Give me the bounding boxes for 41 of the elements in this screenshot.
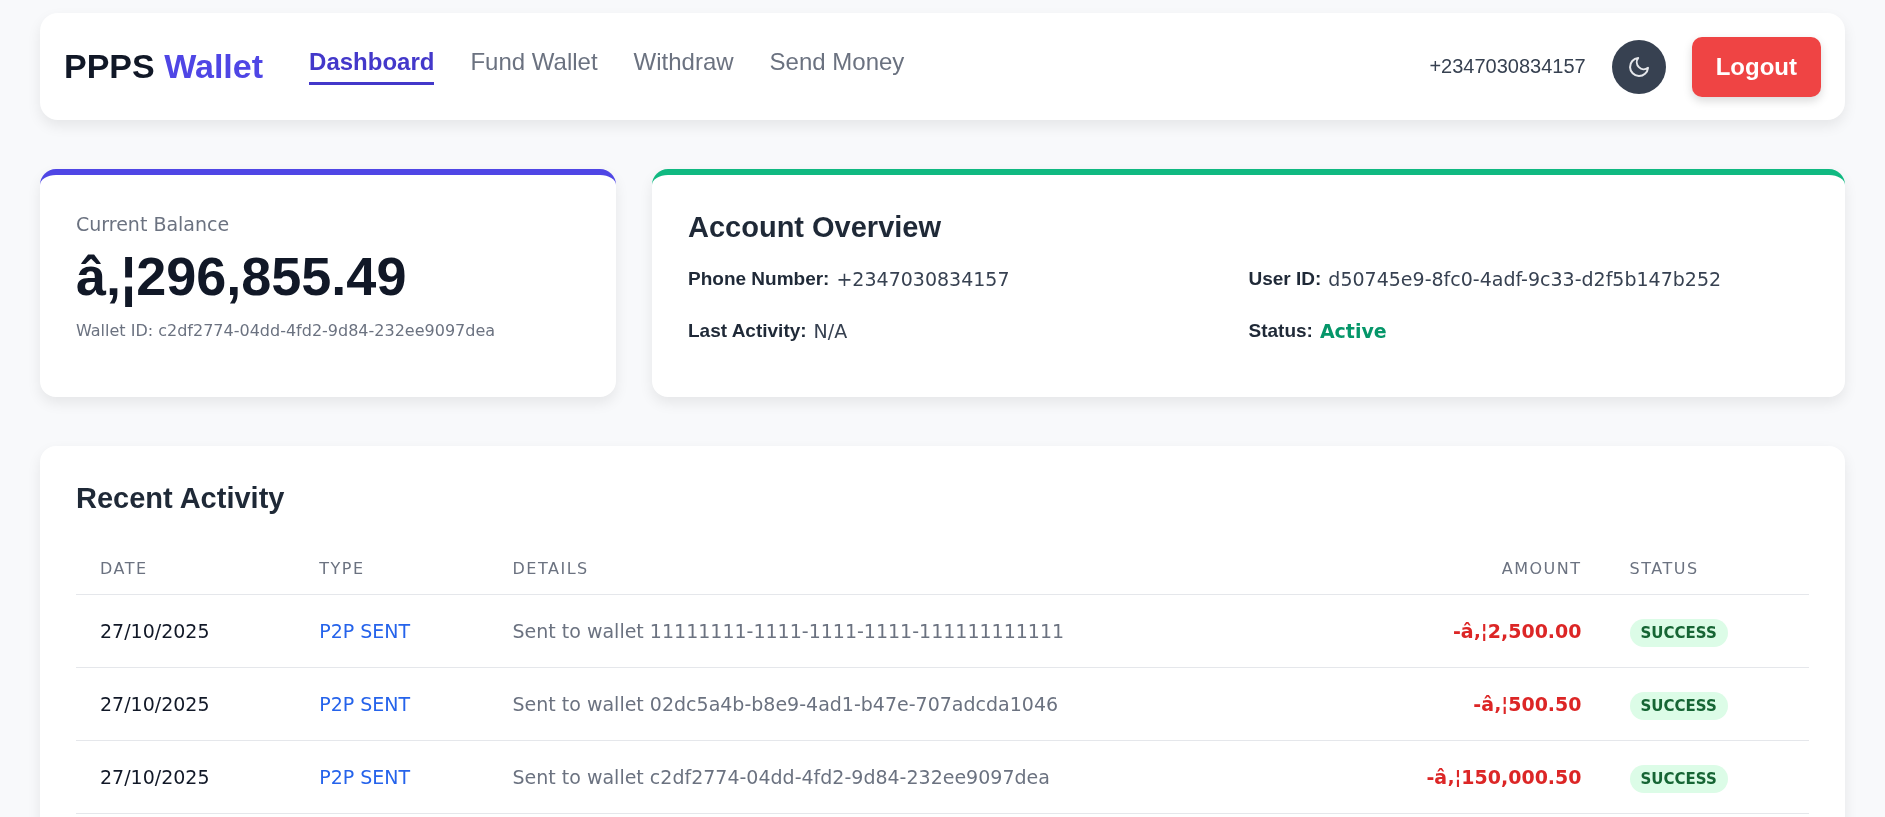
amount-cell: -â‚¦2,500.00	[1322, 594, 1606, 668]
field-value: +2347030834157	[836, 268, 1010, 290]
status-badge: SUCCESS	[1629, 619, 1728, 647]
details-cell: Sent to wallet 11111111-1111-1111-1111-111111111111	[488, 594, 1323, 668]
wallet-id: Wallet ID: c2df2774-04dd-4fd2-9d84-232ee9097dea	[76, 321, 497, 340]
field-label: Phone Number:	[688, 268, 830, 290]
column-header: AMOUNT	[1322, 545, 1606, 595]
type-cell: P2P SENT	[295, 667, 489, 741]
amount-cell: -â‚¦150,000.50	[1322, 740, 1606, 814]
field-value: Active	[1319, 320, 1387, 342]
logo-text: PPPS Wallet	[64, 47, 264, 86]
status-badge: SUCCESS	[1629, 765, 1728, 793]
status-badge: SUCCESS	[1629, 692, 1728, 720]
date-cell: 27/10/2025	[76, 594, 296, 668]
nav-link[interactable]: Dashboard	[309, 48, 435, 85]
logout-button[interactable]: Logout	[1691, 36, 1821, 97]
amount-cell: -â‚¦500.50	[1322, 667, 1606, 741]
column-header: TYPE	[295, 545, 489, 595]
phone-number: +2347030834157	[1429, 55, 1586, 78]
balance-label: Current Balance	[76, 213, 231, 235]
nav-link[interactable]: Send Money	[769, 48, 905, 85]
balance-amount: â‚¦296,855.49	[76, 245, 408, 307]
field-label: Last Activity:	[688, 320, 807, 342]
nav-link[interactable]: Withdraw	[633, 48, 734, 85]
column-header: DATE	[76, 545, 296, 595]
type-cell: P2P SENT	[295, 594, 489, 668]
field-label: User ID:	[1248, 268, 1322, 290]
column-header: STATUS	[1605, 545, 1809, 595]
column-header: DETAILS	[488, 545, 1323, 595]
details-cell: Sent to wallet 02dc5a4b-b8e9-4ad1-b47e-707adcda1046	[488, 667, 1323, 741]
type-cell: P2P SENT	[295, 740, 489, 814]
moon-icon	[1626, 54, 1651, 79]
nav-link[interactable]: Fund Wallet	[470, 48, 598, 85]
date-cell: 27/10/2025	[76, 740, 296, 814]
field-label: Status:	[1248, 320, 1313, 342]
field-value: N/A	[813, 320, 848, 342]
card-title: Account Overview	[688, 211, 943, 244]
card-title: Recent Activity	[76, 482, 286, 515]
details-cell: Sent to wallet c2df2774-04dd-4fd2-9d84-232ee9097dea	[488, 740, 1323, 814]
date-cell: 27/10/2025	[76, 667, 296, 741]
field-value: d50745e9-8fc0-4adf-9c33-d2f5b147b252	[1328, 268, 1722, 290]
